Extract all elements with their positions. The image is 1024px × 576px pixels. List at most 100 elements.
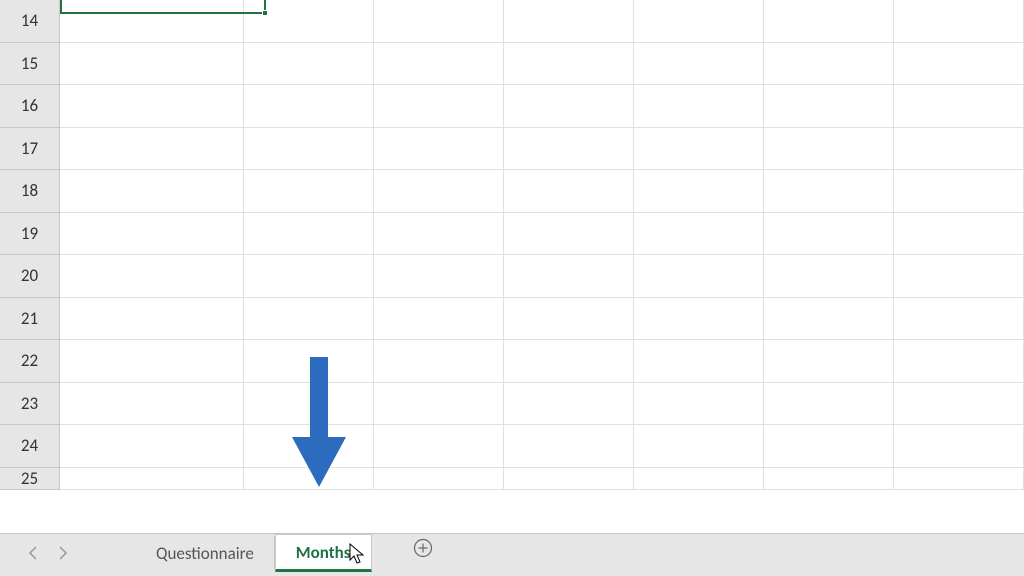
cell[interactable] [764,170,894,213]
cell[interactable] [764,213,894,256]
cell[interactable] [894,340,1024,383]
cell[interactable] [60,340,244,383]
cell[interactable] [60,170,244,213]
cell[interactable] [374,0,504,43]
cell[interactable] [764,85,894,128]
cell[interactable] [634,43,764,86]
cell[interactable] [374,85,504,128]
cell[interactable] [60,468,244,490]
row-header[interactable]: 21 [0,298,60,341]
row-header[interactable]: 19 [0,213,60,256]
cell[interactable] [504,468,634,490]
cell[interactable] [764,298,894,341]
cell[interactable] [634,383,764,426]
cell[interactable] [894,468,1024,490]
cell[interactable] [894,213,1024,256]
cell[interactable] [894,170,1024,213]
cell[interactable] [244,468,374,490]
cell[interactable] [634,213,764,256]
cell[interactable] [244,425,374,468]
cell[interactable] [244,340,374,383]
cell[interactable] [504,255,634,298]
cell[interactable] [374,255,504,298]
row-header[interactable]: 15 [0,43,60,86]
cell[interactable] [244,43,374,86]
cell[interactable] [504,425,634,468]
cell[interactable] [60,298,244,341]
cell[interactable] [244,170,374,213]
fill-handle[interactable] [262,10,268,16]
row-header[interactable]: 17 [0,128,60,171]
cell[interactable] [504,213,634,256]
tab-nav-next-icon[interactable] [58,546,68,560]
cell[interactable] [634,255,764,298]
cell[interactable] [60,43,244,86]
cell[interactable] [374,340,504,383]
cell[interactable] [894,298,1024,341]
cell[interactable] [504,85,634,128]
cell[interactable] [60,425,244,468]
cell[interactable] [374,43,504,86]
cell[interactable] [634,425,764,468]
cell[interactable] [374,383,504,426]
cell[interactable] [60,213,244,256]
add-sheet-button[interactable] [412,537,434,559]
cell[interactable] [60,85,244,128]
spreadsheet-grid[interactable]: 14 15 16 17 18 19 20 21 22 23 24 25 [0,0,1024,533]
row-header[interactable]: 18 [0,170,60,213]
row-header[interactable]: 22 [0,340,60,383]
sheet-tab-months[interactable]: Months [275,534,372,572]
cell[interactable] [894,0,1024,43]
cell[interactable] [504,170,634,213]
cell[interactable] [244,128,374,171]
cell[interactable] [764,340,894,383]
cell[interactable] [634,85,764,128]
row-header[interactable]: 24 [0,425,60,468]
cell[interactable] [244,213,374,256]
tab-nav-prev-icon[interactable] [28,546,38,560]
cell[interactable] [504,298,634,341]
cell[interactable] [894,255,1024,298]
cell[interactable] [764,128,894,171]
cell[interactable] [894,85,1024,128]
cell[interactable] [764,0,894,43]
cell[interactable] [764,255,894,298]
cell[interactable] [60,383,244,426]
cell[interactable] [764,425,894,468]
cell[interactable] [504,0,634,43]
cell[interactable] [504,128,634,171]
sheet-tab-questionnaire[interactable]: Questionnaire [136,536,275,570]
cell[interactable] [634,298,764,341]
cell[interactable] [764,383,894,426]
cell[interactable] [894,128,1024,171]
cell[interactable] [764,468,894,490]
cell[interactable] [244,0,374,43]
cell[interactable] [634,128,764,171]
row-header[interactable]: 16 [0,85,60,128]
row-header[interactable]: 20 [0,255,60,298]
cell[interactable] [374,468,504,490]
cell[interactable] [374,298,504,341]
cell[interactable] [374,170,504,213]
cell[interactable] [634,468,764,490]
cell[interactable] [244,255,374,298]
cells-area[interactable] [60,0,1024,533]
cell[interactable] [374,425,504,468]
cell[interactable] [504,43,634,86]
row-header[interactable]: 25 [0,468,60,490]
row-header[interactable]: 14 [0,0,60,43]
cell[interactable] [244,298,374,341]
cell[interactable] [634,340,764,383]
cell[interactable] [60,128,244,171]
cell[interactable] [244,85,374,128]
cell[interactable] [60,0,244,43]
cell[interactable] [764,43,894,86]
cell[interactable] [894,383,1024,426]
cell[interactable] [244,383,374,426]
cell[interactable] [374,128,504,171]
row-header[interactable]: 23 [0,383,60,426]
cell[interactable] [894,43,1024,86]
cell[interactable] [634,0,764,43]
cell[interactable] [504,340,634,383]
cell[interactable] [894,425,1024,468]
